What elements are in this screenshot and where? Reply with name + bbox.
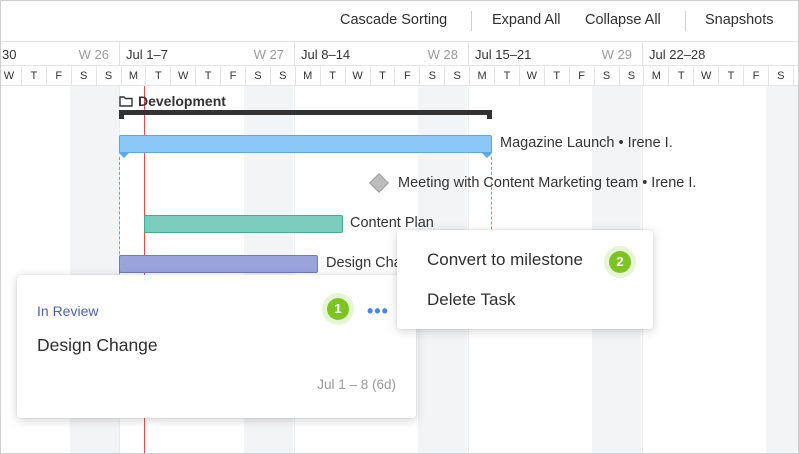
task-label-magazine-launch: Magazine Launch • Irene I. [500,135,673,151]
day-cell: W [170,66,195,86]
day-cell: W [1,66,21,86]
week-date-label: Jul 1–7 [126,47,168,62]
bar-notch [119,153,129,158]
week-date-label: Jul 15–21 [475,47,532,62]
expand-all-button[interactable]: Expand All [492,12,561,28]
day-cell: F [568,66,594,86]
day-cell: T [20,66,46,86]
day-cell: S [419,66,444,86]
week-number-label: W 28 [427,47,458,62]
day-header: WTFSSMTWTFSSMTWTFSSMTWTFSSMTWTFSS [1,65,798,86]
day-cell: S [269,66,295,86]
task-bar-content-plan[interactable] [144,215,343,233]
day-cell: S [444,66,469,86]
gantt-window: Cascade Sorting Expand All Collapse All … [0,0,799,454]
week-number-label: W 29 [601,47,632,62]
day-cell: M [643,66,668,86]
day-cell: F [45,66,71,86]
week-date-label: Jul 22–28 [649,47,706,62]
day-cell: T [668,66,693,86]
delete-task-menu-item[interactable]: Delete Task [427,290,516,310]
day-cell: F [743,66,768,86]
day-cell: W [518,66,544,86]
cascade-sorting-button[interactable]: Cascade Sorting [340,12,447,28]
step-badge-1: 1 [327,298,349,320]
day-cell: T [319,66,345,86]
day-cell: T [369,66,395,86]
day-cell: M [469,66,494,86]
day-cell: S [593,66,619,86]
day-cell: M [294,66,320,86]
day-cell: T [145,66,170,86]
group-summary-bar[interactable] [119,110,492,119]
convert-to-milestone-menu-item[interactable]: Convert to milestone [427,250,583,270]
task-status-label[interactable]: In Review [37,303,98,319]
toolbar: Cascade Sorting Expand All Collapse All … [1,1,798,41]
day-cell: S [70,66,96,86]
week-cell: Jul 22–28 [642,42,798,66]
step-badge-2: 2 [609,251,631,273]
collapse-all-button[interactable]: Collapse All [585,12,661,28]
task-bar-magazine-launch[interactable] [119,135,492,153]
more-options-icon[interactable]: ••• [367,301,389,322]
week-cell: W 26 [1,42,119,66]
task-label-design-change: Design Cha [326,255,402,271]
day-cell: M [120,66,146,86]
day-cell: T [494,66,519,86]
day-cell: W [344,66,370,86]
week-cell: Jul 15–21 W 29 [468,42,642,66]
day-cell: W [693,66,718,86]
week-header: 30 W 26 Jul 1–7 W 27 Jul 8–14 W 28 Jul 1… [1,41,798,66]
day-cell: T [718,66,743,86]
task-label-content-plan: Content Plan [350,215,434,231]
week-cell: Jul 8–14 W 28 [294,42,468,66]
group-development[interactable]: Development [119,93,226,109]
day-cell: S [792,66,798,86]
toolbar-separator [685,11,686,31]
day-cell: F [220,66,245,86]
snapshots-button[interactable]: Snapshots [705,12,774,28]
folder-icon [119,96,133,107]
day-cell: T [195,66,220,86]
week-number-label: W 26 [78,47,109,62]
week-number-label: W 27 [253,47,284,62]
weekend-column [766,86,798,453]
task-date-range: Jul 1 – 8 (6d) [317,377,396,392]
task-title[interactable]: Design Change [37,335,158,356]
week-date-label: Jul 8–14 [301,47,351,62]
task-context-menu: Convert to milestone 2 Delete Task [397,230,653,329]
day-cell: S [618,66,644,86]
task-card-popover: In Review 1 ••• Design Change Jul 1 – 8 … [17,275,416,418]
task-label-meeting: Meeting with Content Marketing team • Ir… [398,175,697,191]
day-cell: T [543,66,569,86]
day-cell: S [95,66,121,86]
task-bar-design-change[interactable] [119,255,318,273]
week-cell: Jul 1–7 W 27 [119,42,294,66]
day-cell: F [394,66,419,86]
toolbar-separator [471,11,472,31]
day-cell: S [245,66,270,86]
group-label: Development [138,93,226,109]
day-cell: S [767,66,793,86]
